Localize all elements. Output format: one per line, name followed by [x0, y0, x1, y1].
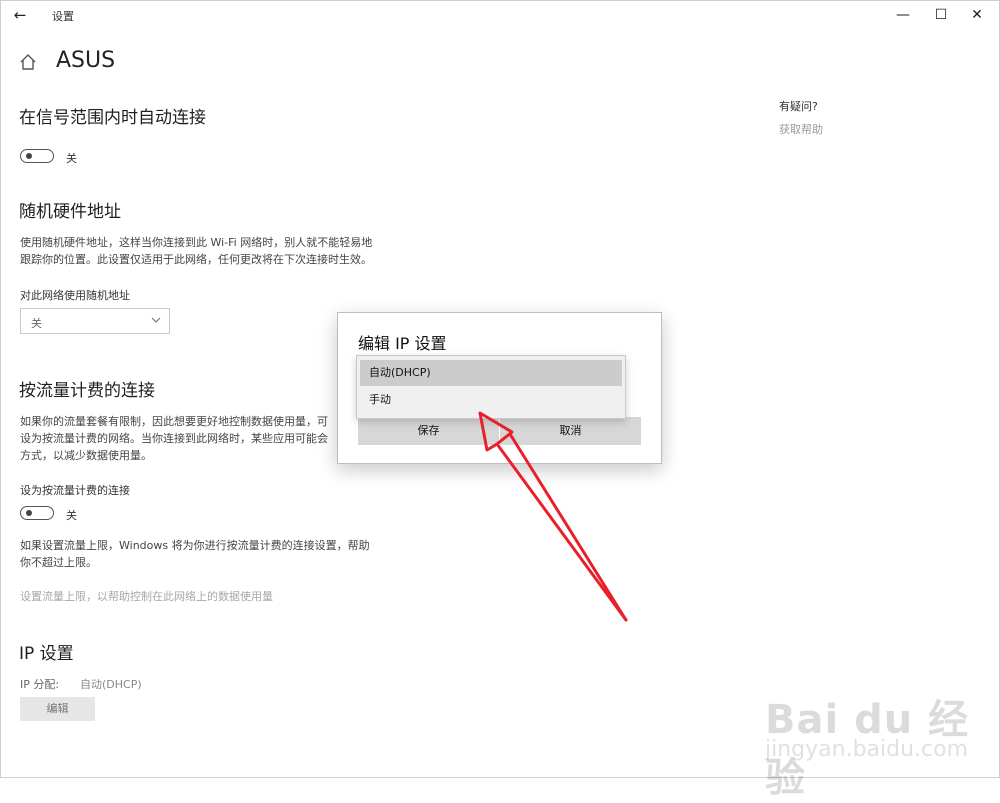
metered-description: 如果你的流量套餐有限制，因此想要更好地控制数据使用量，可 设为按流量计费的网络。… — [20, 413, 328, 464]
metered-limit-description-line2: 你不超过上限。 — [20, 556, 97, 569]
watermark-url: jingyan.baidu.com — [765, 737, 969, 762]
minimize-button[interactable]: — — [883, 2, 923, 28]
back-arrow-icon[interactable]: ← — [8, 4, 32, 26]
ip-assign-label: IP 分配: — [20, 678, 60, 691]
auto-connect-toggle[interactable] — [20, 149, 54, 163]
metered-limit-description: 如果设置流量上限，Windows 将为你进行按流量计费的连接设置，帮助 你不超过… — [20, 537, 370, 571]
menu-item-dhcp[interactable]: 自动(DHCP) — [360, 360, 622, 386]
metered-toggle-label: 设为按流量计费的连接 — [20, 484, 130, 497]
auto-connect-toggle-state: 关 — [66, 152, 77, 165]
set-data-limit-link[interactable]: 设置流量上限，以帮助控制在此网络上的数据使用量 — [20, 588, 273, 604]
dialog-title: 编辑 IP 设置 — [358, 334, 447, 353]
random-hw-heading: 随机硬件地址 — [19, 202, 121, 222]
toggle-knob — [26, 152, 32, 159]
page-title: ASUS — [56, 48, 116, 73]
menu-item-manual[interactable]: 手动 — [360, 387, 622, 413]
metered-toggle-state: 关 — [66, 509, 77, 522]
get-help-link[interactable]: 获取帮助 — [779, 121, 823, 137]
metered-heading: 按流量计费的连接 — [19, 381, 155, 401]
edit-ip-button[interactable]: 编辑 — [20, 697, 95, 721]
metered-description-line2: 设为按流量计费的网络。当你连接到此网络时，某些应用可能会 — [20, 432, 328, 445]
random-hw-dropdown[interactable]: 关 — [20, 308, 170, 334]
random-hw-dropdown-value: 关 — [31, 317, 42, 330]
maximize-button[interactable]: ☐ — [921, 2, 961, 28]
close-button[interactable]: ✕ — [957, 2, 997, 28]
random-hw-description-line2: 跟踪你的位置。此设置仅适用于此网络，任何更改将在下次连接时生效。 — [20, 253, 372, 266]
ip-assign-value: 自动(DHCP) — [80, 678, 142, 691]
toggle-knob — [26, 509, 32, 516]
help-title: 有疑问? — [779, 100, 818, 113]
metered-limit-description-line1: 如果设置流量上限，Windows 将为你进行按流量计费的连接设置，帮助 — [20, 539, 370, 552]
ip-settings-heading: IP 设置 — [19, 644, 74, 664]
cancel-button[interactable]: 取消 — [500, 417, 641, 445]
auto-connect-heading: 在信号范围内时自动连接 — [19, 108, 206, 128]
metered-description-line3: 方式，以减少数据使用量。 — [20, 449, 152, 462]
title-bar: ← 设置 — ☐ ✕ — [0, 0, 1000, 30]
chevron-down-icon — [151, 317, 161, 323]
metered-toggle[interactable] — [20, 506, 54, 520]
random-hw-dropdown-label: 对此网络使用随机地址 — [20, 289, 130, 302]
save-button[interactable]: 保存 — [358, 417, 499, 445]
random-hw-description-line1: 使用随机硬件地址，这样当你连接到此 Wi-Fi 网络时，别人就不能轻易地 — [20, 236, 373, 249]
baidu-watermark-logo: Bai du 经验 jingyan.baidu.com — [765, 665, 990, 801]
ip-mode-dropdown-menu: 自动(DHCP) 手动 — [356, 355, 626, 419]
home-icon[interactable] — [18, 52, 38, 72]
window-title: 设置 — [52, 10, 74, 23]
metered-description-line1: 如果你的流量套餐有限制，因此想要更好地控制数据使用量，可 — [20, 415, 328, 428]
random-hw-description: 使用随机硬件地址，这样当你连接到此 Wi-Fi 网络时，别人就不能轻易地 跟踪你… — [20, 234, 372, 268]
